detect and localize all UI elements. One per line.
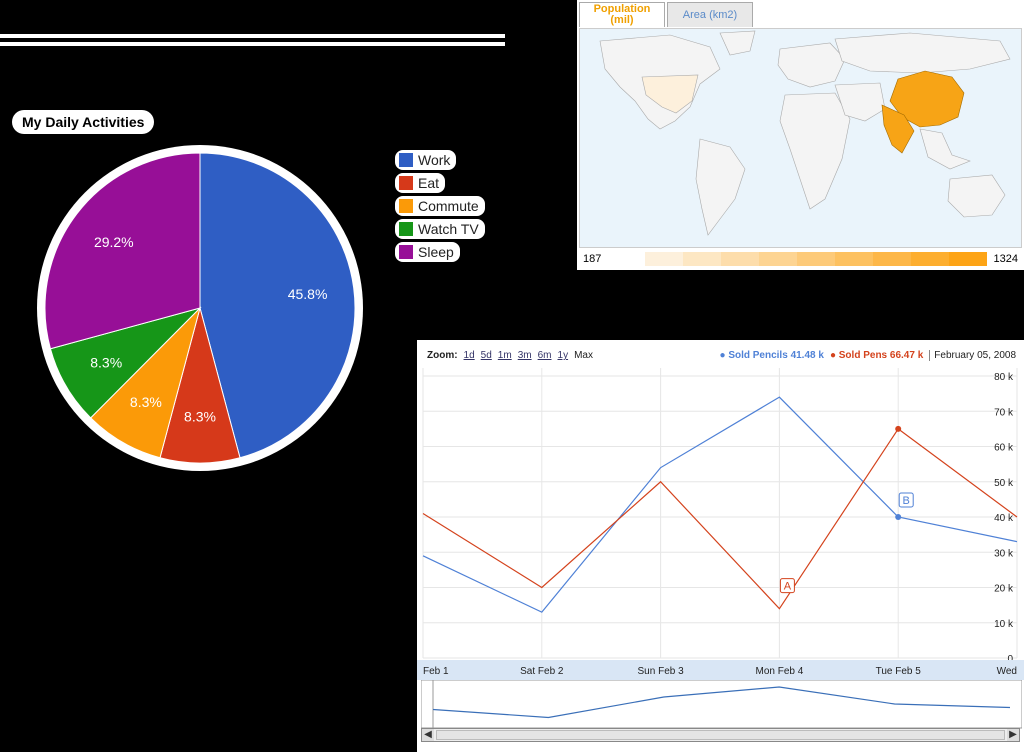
legend-label: Work: [418, 151, 451, 168]
timeline-legend: ● Sold Pencils 41.48 k ● Sold Pens 66.47…: [719, 350, 1016, 361]
x-axis-band: [417, 660, 1024, 680]
y-tick-label: 50 k: [994, 478, 1014, 489]
top-rule-thin: [0, 42, 505, 46]
scale-step: [835, 252, 873, 266]
pie-label-work: 45.8%: [288, 286, 328, 302]
x-tick-label: Sat Feb 2: [520, 666, 564, 677]
tab-population[interactable]: Population (mil): [579, 2, 665, 27]
scale-step: [759, 252, 797, 266]
annotated-timeline: Zoom: 1d 5d 1m 3m 6m 1y Max ● Sold Pencils 41.…: [417, 340, 1024, 752]
x-tick-label: Sun Feb 3: [638, 666, 685, 677]
legend-swatch: [399, 152, 413, 167]
scale-gradient: [645, 252, 987, 266]
world-map-drawing: [599, 30, 1011, 236]
y-tick-label: 20 k: [994, 584, 1014, 595]
scroll-right-button[interactable]: ▶: [1007, 729, 1019, 741]
scale-step: [873, 252, 911, 266]
scale-step: [721, 252, 759, 266]
scale-step: [797, 252, 835, 266]
annotation-label-b: B: [903, 495, 910, 507]
scale-min: 187: [583, 253, 602, 265]
region-south-america: [695, 138, 746, 236]
y-tick-label: 60 k: [994, 443, 1014, 454]
series-line-sold-pencils[interactable]: [422, 396, 1018, 613]
y-tick-label: 40 k: [994, 513, 1014, 524]
zoom-Max[interactable]: Max: [574, 350, 593, 361]
region-europe: [777, 42, 846, 88]
zoom-1m[interactable]: 1m: [498, 350, 512, 361]
legend-swatch: [399, 198, 413, 213]
region-australia: [947, 174, 1006, 218]
legend-item-sleep[interactable]: Sleep: [395, 240, 485, 263]
scroll-thumb[interactable]: [436, 730, 1005, 740]
legend-pens-value: 66.47 k: [889, 350, 924, 361]
navigator-frame: [421, 680, 1022, 729]
pie-title: My Daily Activities: [12, 110, 155, 134]
scale-step: [911, 252, 949, 266]
grid: [422, 368, 1018, 659]
legend-date: February 05, 2008: [929, 350, 1016, 361]
zoom-6m[interactable]: 6m: [538, 350, 552, 361]
annotation-label-a: A: [784, 581, 792, 593]
world-map[interactable]: [579, 28, 1022, 248]
legend-pens: ● Sold Pens 66.47 k: [829, 350, 924, 361]
legend-label: Commute: [418, 197, 479, 214]
series-line-sold-pens[interactable]: [422, 428, 1018, 610]
pie-label-commute: 8.3%: [130, 394, 162, 410]
x-tick-label: Mon Feb 4: [755, 666, 803, 677]
legend-label: Sleep: [418, 243, 454, 260]
annotation-point-b[interactable]: [895, 514, 902, 520]
x-tick-label: Wed: [997, 666, 1017, 677]
map-color-scale: 187 1324: [579, 250, 1022, 268]
region-russia: [834, 32, 1011, 74]
legend-item-commute[interactable]: Commute: [395, 194, 485, 217]
legend-swatch: [399, 221, 413, 236]
line-chart-plot[interactable]: 010 k20 k30 k40 k50 k60 k70 k80 kFeb 1 Sa…: [417, 368, 1024, 680]
zoom-1y[interactable]: 1y: [558, 350, 569, 361]
x-tick-label: Feb 1: [423, 666, 449, 677]
scale-step: [645, 252, 683, 266]
legend-pencils-value: 41.48 k: [790, 350, 824, 361]
x-tick-label: Tue Feb 5: [876, 666, 922, 677]
top-rule-thick: [0, 34, 505, 38]
y-tick-label: 10 k: [994, 619, 1014, 630]
legend-pencils-name: Sold Pencils: [728, 350, 788, 361]
pie-label-watch-tv: 8.3%: [90, 355, 122, 371]
region-africa: [779, 92, 851, 210]
legend-item-work[interactable]: Work: [395, 148, 485, 171]
y-tick-label: 70 k: [994, 407, 1014, 418]
scale-step: [683, 252, 721, 266]
geo-map-panel: Population (mil) Area (km2) 187 1324: [577, 0, 1024, 270]
annotation-flag-b[interactable]: B: [898, 492, 914, 508]
legend-label: Eat: [418, 174, 440, 191]
legend-pens-name: Sold Pens: [838, 350, 888, 361]
zoom-controls: Zoom: 1d 5d 1m 3m 6m 1y Max: [427, 350, 593, 361]
legend-swatch: [399, 175, 413, 190]
tab-area[interactable]: Area (km2): [667, 2, 753, 27]
region-se-asia: [919, 128, 971, 170]
legend-item-eat[interactable]: Eat: [395, 171, 485, 194]
legend-label: Watch TV: [418, 220, 479, 237]
legend-swatch: [399, 244, 413, 259]
zoom-label: Zoom:: [427, 350, 458, 361]
scale-step: [949, 252, 987, 266]
pens-current-point[interactable]: [895, 425, 902, 432]
y-tick-label: 80 k: [994, 372, 1014, 383]
pie-legend: Work Eat Commute Watch TV Sleep: [395, 148, 485, 263]
annotation-flag-a[interactable]: A: [779, 578, 795, 594]
timeline-scrollbar[interactable]: ◀ ▶: [421, 728, 1020, 742]
region-greenland: [719, 30, 756, 56]
pie-label-eat: 8.3%: [184, 409, 216, 425]
y-tick-label: 30 k: [994, 548, 1014, 559]
zoom-3m[interactable]: 3m: [518, 350, 532, 361]
scroll-left-button[interactable]: ◀: [422, 729, 434, 741]
pie-label-sleep: 29.2%: [94, 234, 134, 250]
legend-pencils: ● Sold Pencils 41.48 k: [719, 350, 824, 361]
zoom-1d[interactable]: 1d: [464, 350, 475, 361]
scale-max: 1324: [993, 253, 1018, 265]
legend-item-watch-tv[interactable]: Watch TV: [395, 217, 485, 240]
zoom-5d[interactable]: 5d: [481, 350, 492, 361]
pie-chart: 45.8% 8.3% 8.3% 8.3% 29.2%: [37, 145, 363, 471]
